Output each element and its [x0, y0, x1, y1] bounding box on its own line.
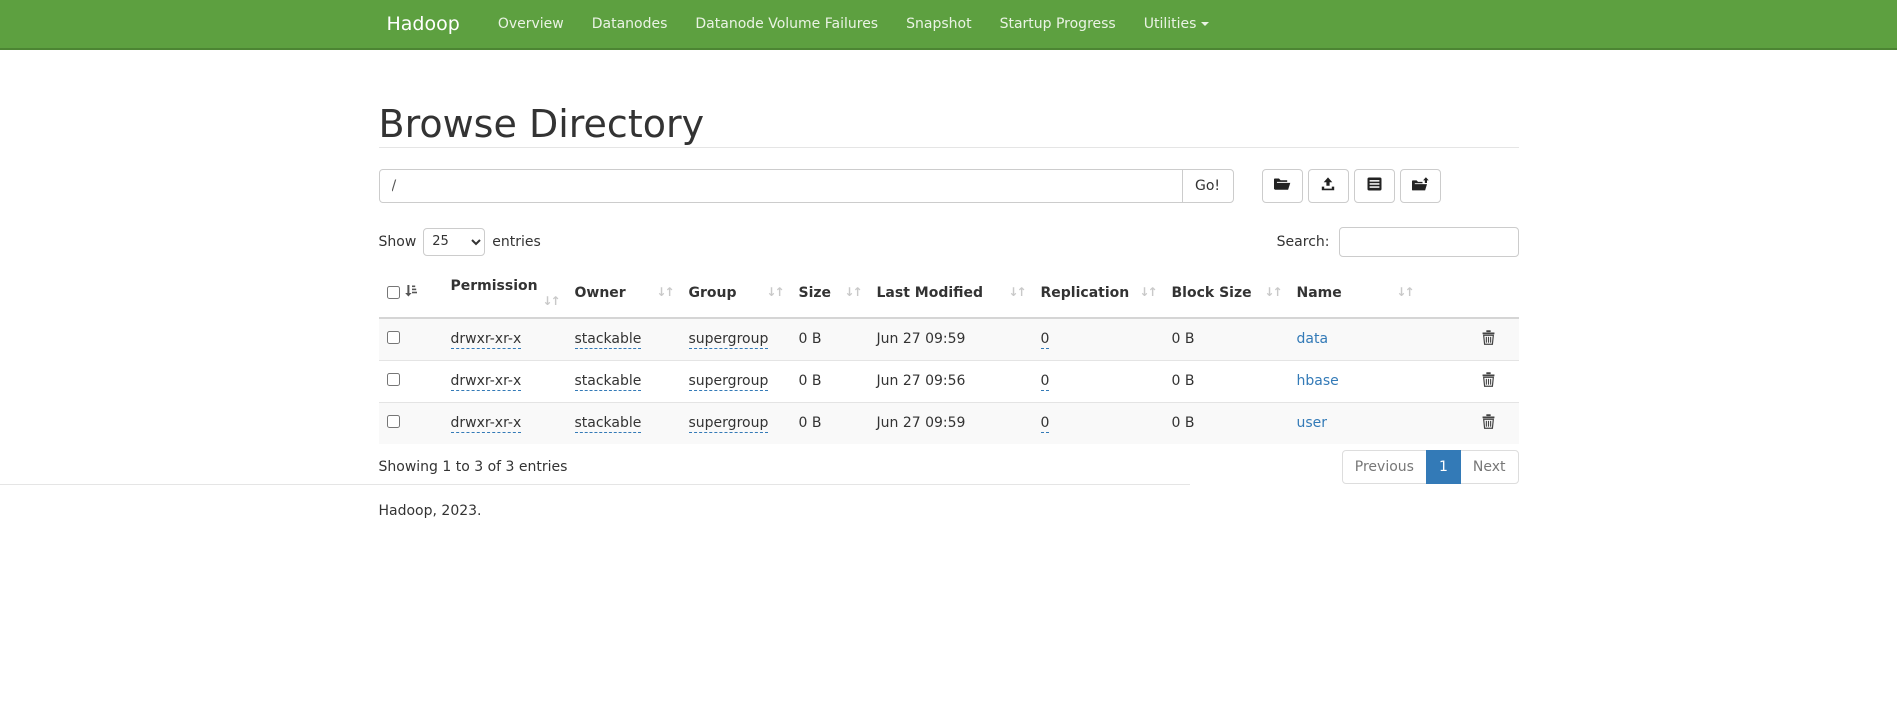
sort-icon: ↓↑	[1390, 285, 1412, 299]
group-editable[interactable]: supergroup	[689, 331, 769, 349]
list-alt-icon	[1367, 177, 1382, 194]
sort-icon: ↓↑	[650, 285, 672, 299]
upload-files-button[interactable]	[1308, 169, 1349, 203]
pagination-previous[interactable]: Previous	[1342, 450, 1427, 484]
owner-editable[interactable]: stackable	[575, 415, 642, 433]
table-row: drwxr-xr-x stackable supergroup 0 B Jun …	[379, 402, 1519, 444]
sort-icon: ↓↑	[1002, 285, 1024, 299]
footer-text: Hadoop, 2023.	[379, 503, 1519, 519]
pagination-page-1[interactable]: 1	[1427, 450, 1461, 484]
select-all-checkbox[interactable]	[387, 286, 400, 299]
nav-startup-progress[interactable]: Startup Progress	[986, 0, 1130, 48]
table-info: Showing 1 to 3 of 3 entries	[379, 459, 568, 475]
permission-editable[interactable]: drwxr-xr-x	[451, 331, 522, 349]
folder-open-icon	[1273, 177, 1291, 194]
owner-editable[interactable]: stackable	[575, 331, 642, 349]
nav-utilities-dropdown[interactable]: Utilities	[1130, 0, 1224, 48]
sort-icon: ↓↑	[760, 285, 782, 299]
title-divider	[379, 147, 1519, 148]
nav-datanodes[interactable]: Datanodes	[578, 0, 682, 48]
permission-editable[interactable]: drwxr-xr-x	[451, 373, 522, 391]
directory-link[interactable]: data	[1297, 331, 1329, 347]
directory-listing-table: Permission↓↑ Owner↓↑ Group↓↑ Size↓↑ Last…	[379, 269, 1519, 444]
last-modified-value: Jun 27 09:59	[877, 415, 966, 431]
nav-snapshot[interactable]: Snapshot	[892, 0, 985, 48]
header-name[interactable]: Name↓↑	[1289, 269, 1421, 318]
size-value: 0 B	[799, 373, 822, 389]
header-group[interactable]: Group↓↑	[681, 269, 791, 318]
top-navbar: Hadoop Overview Datanodes Datanode Volum…	[0, 0, 1897, 50]
chevron-down-icon	[1201, 22, 1209, 26]
nav-overview[interactable]: Overview	[484, 0, 578, 48]
sort-icon: ↓↑	[838, 285, 860, 299]
table-controls: Show 25 entries Search:	[379, 227, 1519, 257]
header-replication[interactable]: Replication↓↑	[1033, 269, 1164, 318]
block-size-value: 0 B	[1172, 415, 1195, 431]
replication-editable[interactable]: 0	[1041, 331, 1050, 349]
block-size-value: 0 B	[1172, 373, 1195, 389]
go-button[interactable]: Go!	[1182, 169, 1234, 203]
delete-button[interactable]	[1482, 414, 1495, 432]
trash-icon	[1482, 417, 1495, 432]
block-size-value: 0 B	[1172, 331, 1195, 347]
delete-button[interactable]	[1482, 330, 1495, 348]
delete-button[interactable]	[1482, 372, 1495, 390]
group-editable[interactable]: supergroup	[689, 415, 769, 433]
row-checkbox[interactable]	[387, 373, 400, 386]
permission-editable[interactable]: drwxr-xr-x	[451, 415, 522, 433]
table-header-row: Permission↓↑ Owner↓↑ Group↓↑ Size↓↑ Last…	[379, 269, 1519, 318]
row-checkbox[interactable]	[387, 415, 400, 428]
navbar-brand[interactable]: Hadoop	[379, 0, 470, 48]
pagination: Previous 1 Next	[1342, 450, 1519, 484]
header-block-size[interactable]: Block Size↓↑	[1164, 269, 1289, 318]
folder-upload-icon	[1411, 177, 1429, 195]
size-value: 0 B	[799, 331, 822, 347]
group-editable[interactable]: supergroup	[689, 373, 769, 391]
page-length-select[interactable]: 25	[423, 228, 485, 256]
sort-icon: ↓↑	[1133, 285, 1155, 299]
trash-icon	[1482, 375, 1495, 390]
directory-link[interactable]: hbase	[1297, 373, 1339, 389]
entries-label: entries	[492, 234, 541, 250]
pagination-next[interactable]: Next	[1461, 450, 1519, 484]
move-files-button[interactable]	[1400, 169, 1441, 203]
sort-by-attributes-icon[interactable]	[404, 285, 417, 301]
last-modified-value: Jun 27 09:59	[877, 331, 966, 347]
owner-editable[interactable]: stackable	[575, 373, 642, 391]
search-input[interactable]	[1339, 227, 1519, 257]
header-owner[interactable]: Owner↓↑	[567, 269, 681, 318]
trash-icon	[1482, 333, 1495, 348]
header-size[interactable]: Size↓↑	[791, 269, 869, 318]
replication-editable[interactable]: 0	[1041, 415, 1050, 433]
sort-icon: ↓↑	[1258, 285, 1280, 299]
footer-divider	[0, 484, 1190, 485]
header-last-modified[interactable]: Last Modified↓↑	[869, 269, 1033, 318]
sort-icon: ↓↑	[536, 294, 558, 308]
directory-toolbar	[1262, 169, 1441, 203]
last-modified-value: Jun 27 09:56	[877, 373, 966, 389]
table-row: drwxr-xr-x stackable supergroup 0 B Jun …	[379, 360, 1519, 402]
size-value: 0 B	[799, 415, 822, 431]
create-directory-button[interactable]	[1262, 169, 1303, 203]
path-form: Go!	[379, 169, 1519, 203]
header-permission[interactable]: Permission↓↑	[443, 269, 567, 318]
show-label: Show	[379, 234, 417, 250]
replication-editable[interactable]: 0	[1041, 373, 1050, 391]
cut-paste-button[interactable]	[1354, 169, 1395, 203]
upload-icon	[1321, 177, 1335, 194]
nav-utilities-label: Utilities	[1144, 16, 1197, 32]
directory-link[interactable]: user	[1297, 415, 1328, 431]
search-label: Search:	[1277, 234, 1330, 250]
page-title: Browse Directory	[379, 103, 1519, 147]
nav-datanode-volume-failures[interactable]: Datanode Volume Failures	[681, 0, 892, 48]
directory-path-input[interactable]	[379, 169, 1183, 203]
row-checkbox[interactable]	[387, 331, 400, 344]
table-row: drwxr-xr-x stackable supergroup 0 B Jun …	[379, 318, 1519, 361]
